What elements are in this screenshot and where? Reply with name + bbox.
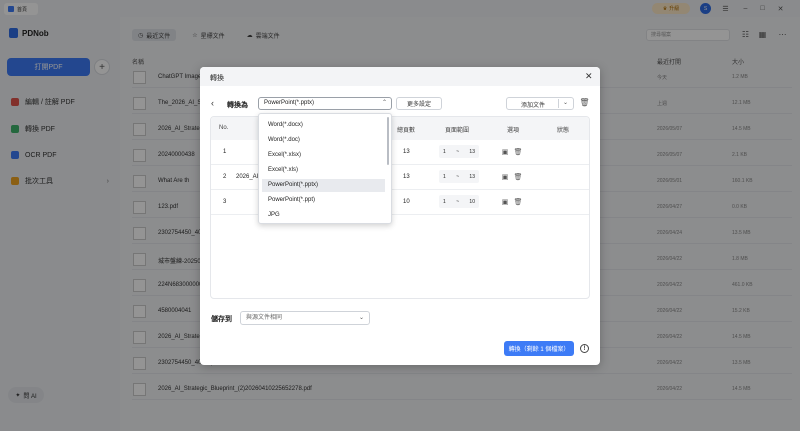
column-status: 狀態 [557, 128, 570, 134]
column-no: No. [219, 125, 229, 131]
range-to: 10 [469, 198, 475, 205]
dropdown-scrollbar[interactable] [387, 117, 389, 165]
page-range-field[interactable]: 1 ~13 [439, 170, 479, 183]
dialog-header: 轉換 ✕ [200, 67, 600, 86]
row-pages: 13 [403, 174, 410, 180]
range-separator: ~ [456, 173, 460, 180]
delete-icon[interactable]: 🗑 [514, 197, 523, 206]
range-from: 1 [443, 173, 446, 180]
range-from: 1 [443, 198, 446, 205]
range-to: 13 [469, 173, 475, 180]
column-options: 選項 [507, 128, 520, 134]
more-settings-button[interactable]: 更多設定 [396, 97, 442, 110]
add-file-button[interactable]: 添加文件 ⌄ [506, 97, 574, 110]
save-to-value: 與源文件相同 [246, 315, 283, 321]
save-to-label: 儲存到 [211, 316, 232, 323]
info-icon[interactable]: ! [580, 344, 589, 353]
row-number: 1 [223, 149, 227, 155]
chevron-down-icon: ⌄ [358, 315, 364, 321]
column-pages: 總頁數 [397, 128, 416, 134]
folder-settings-icon[interactable]: ▣ [501, 147, 509, 156]
page-range-field[interactable]: 1 ~10 [439, 195, 479, 208]
save-to-select[interactable]: 與源文件相同 ⌄ [240, 311, 370, 325]
chevron-down-icon[interactable]: ⌄ [563, 99, 568, 106]
row-pages: 10 [403, 199, 410, 205]
format-dropdown: Word(*.docx) Word(*.doc) Excel(*.xlsx) Exce… [258, 113, 392, 224]
delete-icon[interactable]: 🗑 [514, 147, 523, 156]
convert-button[interactable]: 轉換（剩餘 1 個檔案） [504, 341, 574, 356]
format-option[interactable]: PowerPoint(*.ppt) [262, 194, 385, 207]
range-separator: ~ [456, 148, 460, 155]
divider [558, 99, 559, 108]
format-option[interactable]: PowerPoint(*.pptx) [262, 179, 385, 192]
range-separator: ~ [456, 198, 460, 205]
folder-settings-icon[interactable]: ▣ [501, 197, 509, 206]
range-to: 13 [469, 148, 475, 155]
row-pages: 13 [403, 149, 410, 155]
chevron-up-icon: ⌃ [381, 100, 387, 106]
delete-all-icon[interactable]: 🗑 [579, 98, 589, 107]
format-option[interactable]: JPG [262, 209, 385, 222]
page-range-field[interactable]: 1 ~13 [439, 145, 479, 158]
range-from: 1 [443, 148, 446, 155]
row-number: 3 [223, 199, 227, 205]
row-number: 2 [223, 174, 227, 180]
format-option[interactable]: Excel(*.xls) [262, 164, 385, 177]
format-option[interactable]: Word(*.doc) [262, 134, 385, 147]
add-file-label: 添加文件 [521, 103, 546, 109]
format-select-value: PowerPoint(*.pptx) [264, 100, 315, 106]
column-range: 頁面範圍 [445, 128, 470, 134]
convert-to-label: 轉換為 [227, 102, 248, 109]
dialog-title: 轉換 [210, 75, 224, 82]
folder-settings-icon[interactable]: ▣ [501, 172, 509, 181]
format-option[interactable]: Excel(*.xlsx) [262, 149, 385, 162]
back-chevron-icon[interactable]: ‹ [211, 98, 214, 108]
format-option[interactable]: Word(*.docx) [262, 119, 385, 132]
close-icon[interactable]: ✕ [585, 71, 593, 82]
delete-icon[interactable]: 🗑 [514, 172, 523, 181]
format-select[interactable]: PowerPoint(*.pptx) ⌃ [258, 97, 392, 110]
